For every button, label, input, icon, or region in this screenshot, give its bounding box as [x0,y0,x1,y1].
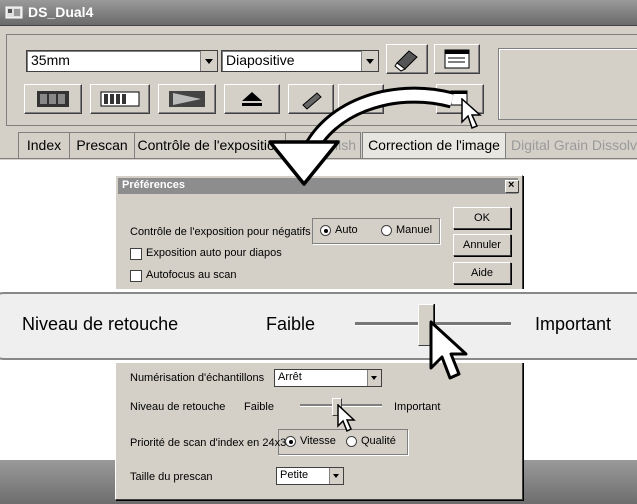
preferences-window-button[interactable] [434,44,480,74]
window-icon [444,49,470,69]
callout-low-label: Faible [266,314,316,334]
index-quality-radio[interactable] [346,436,357,447]
scan-button[interactable] [158,84,216,114]
play-icon [169,91,205,107]
app-title: DS_Dual4 [28,4,94,20]
film-mode-select[interactable]: Diapositive [221,50,379,72]
callout-high-label: Important [535,314,612,334]
index-speed-radio[interactable] [285,436,296,447]
film-strip-icon [37,91,69,107]
index-quality-label: Qualité [361,435,396,447]
sample-scan-value: Arrêt [278,371,302,383]
chevron-down-icon[interactable] [329,468,343,484]
exposure-label: Contrôle de l'exposition pour négatifs [130,226,311,238]
tab-prescan[interactable]: Prescan [69,132,135,159]
retouch-label: Niveau de retouche [130,401,226,413]
curved-arrow-icon [268,86,455,186]
prescan-size-select[interactable]: Petite [276,467,344,485]
exposure-manual-radio[interactable] [381,225,392,236]
cancel-button[interactable]: Annuler [453,234,511,256]
tab-index[interactable]: Index [18,132,70,159]
chevron-down-icon[interactable] [367,370,381,386]
index-scan-button[interactable] [24,84,82,114]
retouch-high-label: Important [394,401,441,413]
film-mode-value: Diapositive [226,52,295,68]
sample-scan-label: Numérisation d'échantillons [130,372,265,384]
index-priority-label: Priorité de scan d'index en 24x36 [130,437,293,449]
autofocus-scan-label: Autofocus au scan [146,269,237,281]
retouch-low-label: Faible [244,401,274,413]
app-icon [5,6,23,19]
close-icon: × [508,179,515,191]
help-button[interactable]: Aide [453,262,511,284]
preview-panel [498,48,637,120]
sample-scan-select[interactable]: Arrêt [274,369,382,387]
autofocus-scan-checkbox[interactable] [130,270,142,282]
prescan-button[interactable] [90,84,150,114]
auto-exposure-slides-checkbox[interactable] [130,248,142,260]
prescan-size-value: Petite [280,469,309,481]
eraser-icon [394,50,418,72]
dialog-close-button[interactable]: × [505,179,519,193]
film-type-select[interactable]: 35mm [26,50,218,72]
exposure-auto-label: Auto [335,224,358,236]
callout-retouch-label: Niveau de retouche [22,314,179,334]
tab-digital-grain-dissolve[interactable]: Digital Grain Dissolve [505,132,637,158]
exposure-auto-radio[interactable] [320,225,331,236]
prescan-size-label: Taille du prescan [130,471,213,483]
index-speed-label: Vitesse [300,435,336,447]
auto-exposure-slides-label: Exposition auto pour diapos [146,247,282,259]
film-type-value: 35mm [31,52,70,68]
cursor-arrow-icon [429,320,468,380]
ok-button[interactable]: OK [453,207,511,229]
film-strip-icon [100,91,140,107]
eraser-button[interactable] [386,44,428,74]
app-title-bar: DS_Dual4 [0,0,637,26]
exposure-manual-label: Manuel [396,224,433,236]
chevron-down-icon[interactable] [361,51,378,71]
cursor-arrow-icon [337,404,356,433]
dialog-title: Préférences [122,179,185,191]
chevron-down-icon[interactable] [200,51,217,71]
